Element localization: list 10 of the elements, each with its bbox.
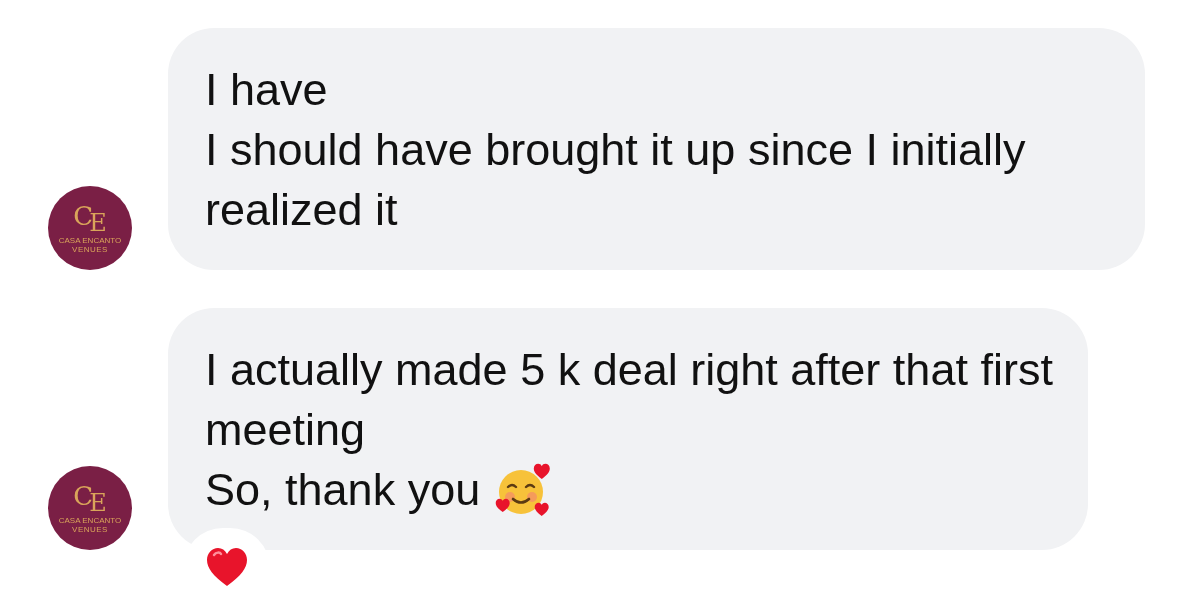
smiling-face-with-hearts-icon (494, 462, 551, 518)
logo-tagline: VENUES (72, 246, 108, 255)
message-text: I should have brought it up since I initially realized it (205, 123, 1027, 237)
message-text: I actually made 5 k deal right after that first meeting (205, 343, 1054, 457)
logo-tagline: VENUES (72, 526, 108, 535)
logo-name: CASA ENCANTO (58, 517, 122, 526)
message-text: So, thank you (205, 463, 481, 517)
message-text: I have (205, 63, 329, 117)
logo-name: CASA ENCANTO (58, 237, 122, 246)
heart-icon (204, 546, 249, 588)
